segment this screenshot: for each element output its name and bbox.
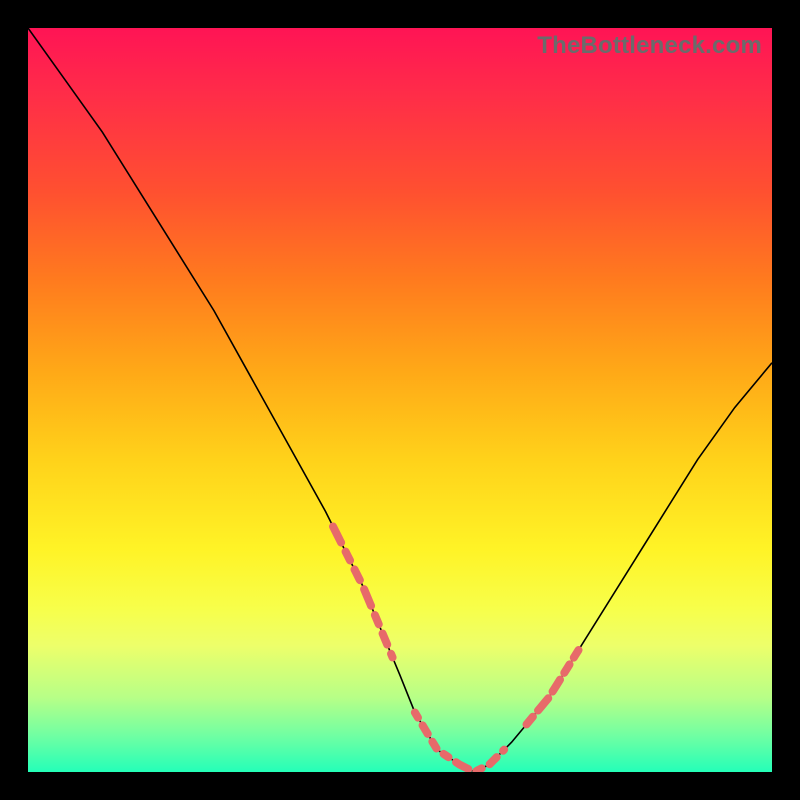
bottleneck-curve: [28, 28, 772, 772]
right-highlight-band: [526, 650, 578, 724]
left-highlight-band: [333, 526, 393, 657]
curve-layer: [28, 28, 772, 772]
plot-area: TheBottleneck.com: [28, 28, 772, 772]
chart-canvas: TheBottleneck.com: [0, 0, 800, 800]
trough-highlight-band: [415, 712, 504, 772]
